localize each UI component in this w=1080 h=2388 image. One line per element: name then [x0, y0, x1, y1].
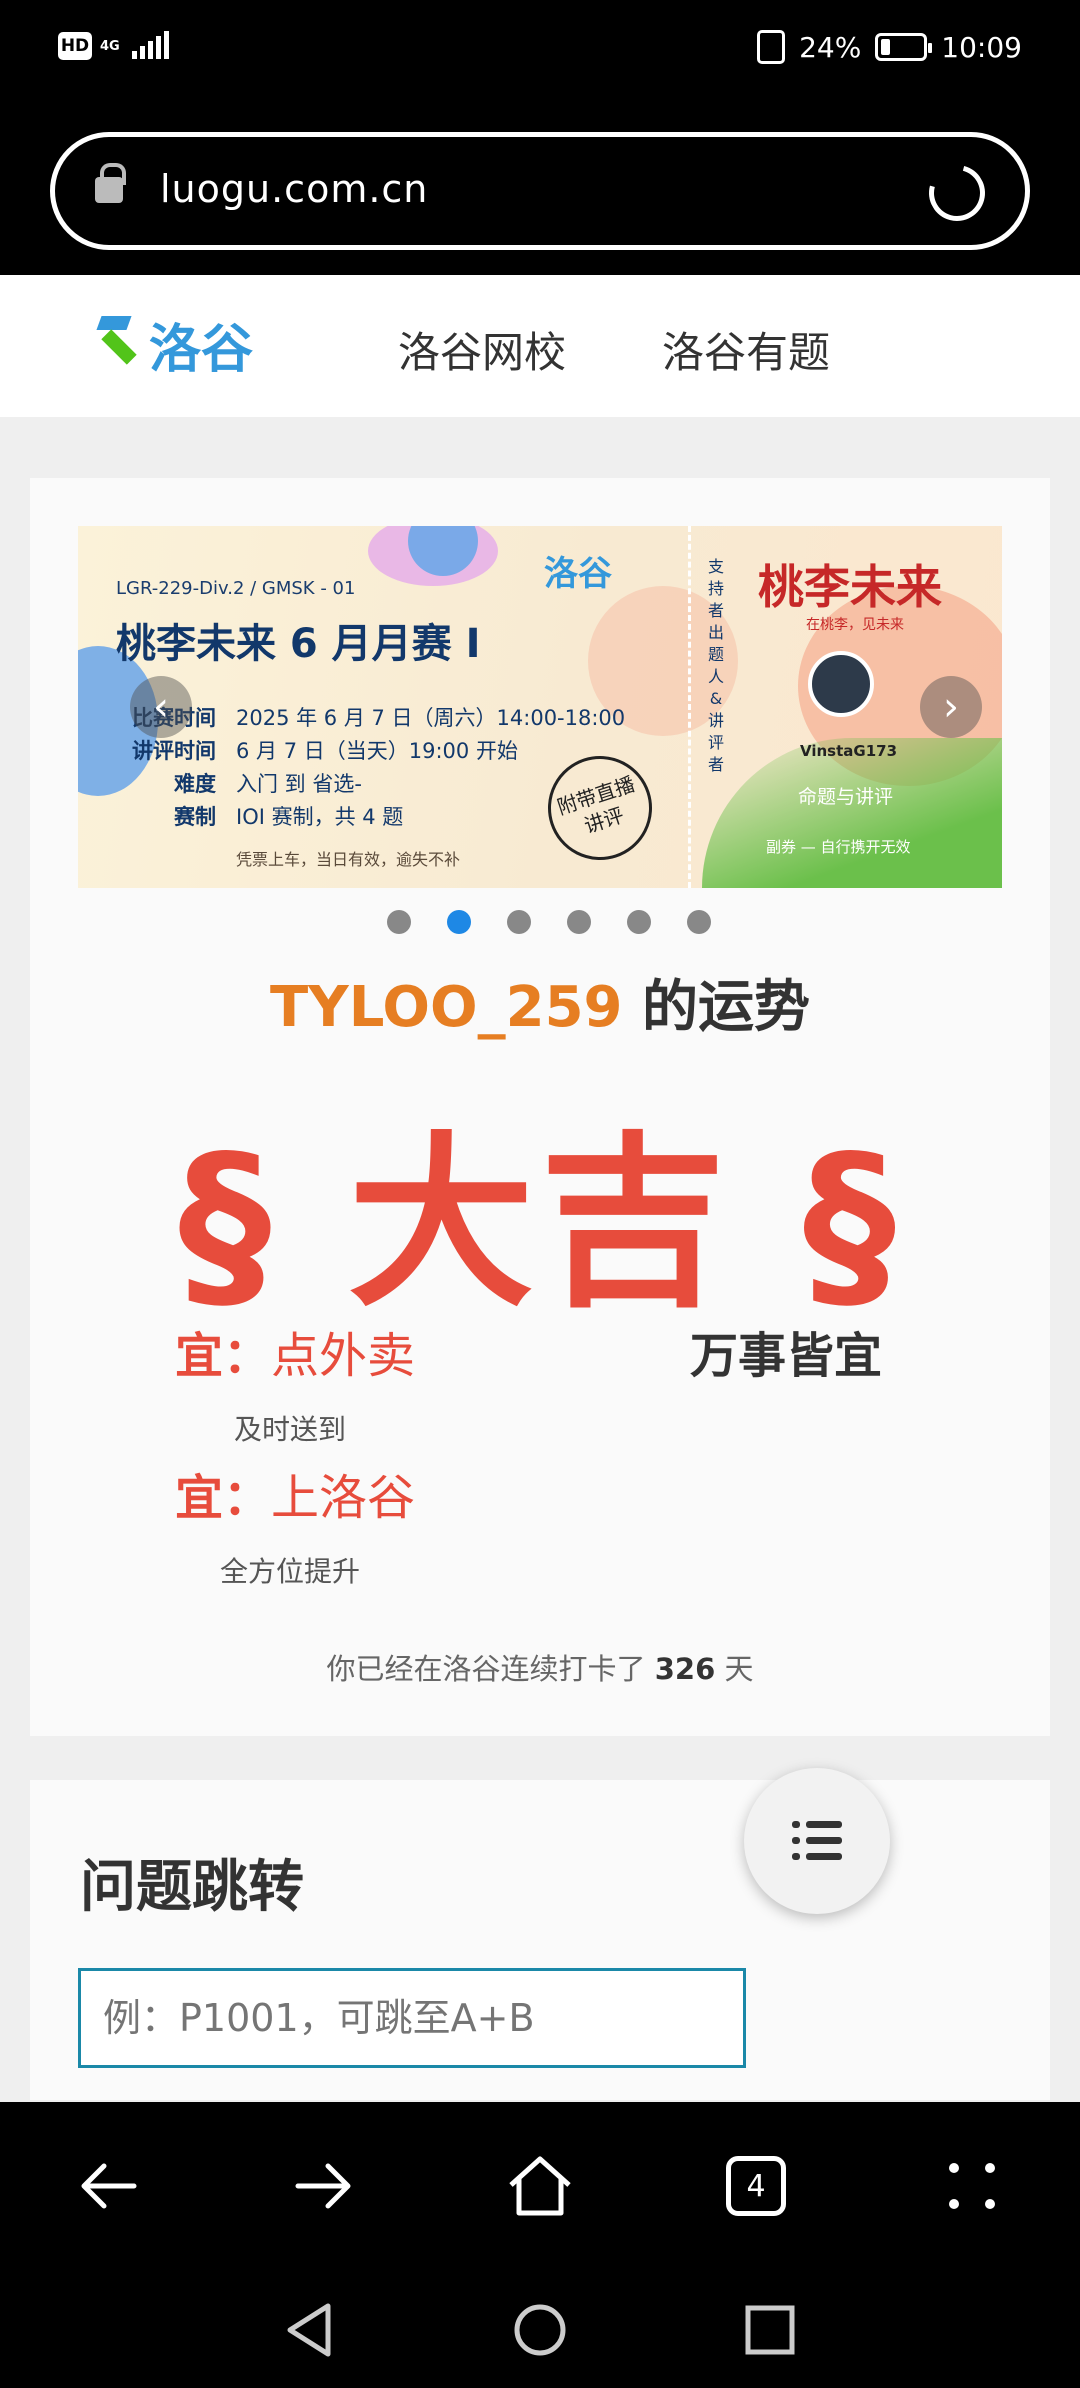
info-value: 入门 到 省选- — [236, 772, 362, 796]
problem-jump-input[interactable] — [78, 1968, 746, 2068]
back-button[interactable] — [68, 2146, 148, 2226]
battery-percent: 24% — [799, 30, 862, 64]
username[interactable]: TYLOO_259 — [270, 975, 623, 1040]
streak-prefix: 你已经在洛谷连续打卡了 — [326, 1652, 655, 1686]
problem-jump-card: 问题跳转 — [30, 1780, 1050, 2100]
banner-role: 命题与讲评 — [798, 786, 894, 808]
fortune-title: TYLOO_259 的运势 — [30, 962, 1050, 1043]
yi-label: 宜： — [175, 1470, 272, 1526]
home-icon — [509, 2156, 571, 2216]
menu-fab-button[interactable] — [744, 1768, 890, 1914]
network-type: 4G — [100, 38, 120, 54]
browser-address-area: luogu.com.cn — [0, 110, 1080, 275]
yi-label: 宜： — [175, 1328, 272, 1384]
url-text[interactable]: luogu.com.cn — [160, 167, 428, 211]
lock-icon — [95, 163, 126, 203]
contest-banner[interactable]: LGR-229-Div.2 / GMSK - 01 桃李未来 6 月月赛 I 比… — [78, 526, 1002, 888]
yi-value: 点外卖 — [271, 1328, 416, 1384]
carousel-prev-button[interactable]: ‹ — [130, 676, 192, 738]
checkin-streak: 你已经在洛谷连续打卡了 326 天 — [30, 1646, 1050, 1688]
site-logo[interactable]: 洛谷 — [95, 307, 253, 382]
arrow-left-icon — [81, 2163, 137, 2209]
carousel-dot[interactable] — [627, 910, 651, 934]
signal-icon — [131, 31, 169, 59]
banner-role-foot: 副券 — 自行携开无效 — [766, 838, 911, 856]
hd-badge: HD — [58, 32, 92, 60]
more-menu-button[interactable] — [932, 2146, 1012, 2226]
tabs-button[interactable]: 4 — [716, 2146, 796, 2226]
forward-button[interactable] — [284, 2146, 364, 2226]
nav-back-triangle-icon[interactable] — [282, 2300, 338, 2360]
nav-recents-square-icon[interactable] — [742, 2300, 798, 2360]
yi-item-2: 宜：上洛谷 — [175, 1458, 415, 1528]
site-header: 洛谷 洛谷网校 洛谷有题 — [0, 275, 1080, 417]
info-value: 6 月 7 日（当天）19:00 开始 — [236, 739, 518, 763]
list-icon — [792, 1821, 842, 1861]
yi-sub-2: 全方位提升 — [220, 1555, 361, 1588]
author-avatar — [808, 651, 874, 717]
info-value: 2025 年 6 月 7 日（周六）14:00-18:00 — [236, 706, 626, 730]
system-nav-bar — [0, 2270, 1080, 2388]
carousel-dot-active[interactable] — [447, 910, 471, 934]
home-button[interactable] — [500, 2146, 580, 2226]
fortune-title-suffix: 的运势 — [622, 975, 811, 1040]
logo-text: 洛谷 — [149, 320, 254, 380]
fortune-card: LGR-229-Div.2 / GMSK - 01 桃李未来 6 月月赛 I 比… — [30, 478, 1050, 1736]
banner-brand-sub: 在桃李，见未来 — [806, 617, 904, 633]
ticket-divider — [688, 526, 691, 888]
chevron-left-icon: ‹ — [153, 684, 169, 730]
clock: 10:09 — [941, 30, 1022, 64]
status-left: HD 4G — [58, 31, 169, 60]
carousel-dots — [30, 910, 1050, 934]
streak-suffix: 天 — [715, 1652, 754, 1686]
banner-support-vertical: 支持者 出题人&讲评者 — [707, 557, 724, 774]
carousel-dot[interactable] — [507, 910, 531, 934]
address-bar[interactable]: luogu.com.cn — [50, 132, 1030, 250]
arrow-right-icon — [295, 2163, 351, 2209]
info-value: IOI 赛制，共 4 题 — [236, 805, 404, 829]
carousel-next-button[interactable]: › — [920, 676, 982, 738]
problem-jump-title: 问题跳转 — [80, 1855, 304, 1920]
banner-contest-code: LGR-229-Div.2 / GMSK - 01 — [116, 578, 356, 599]
yi-sub-1: 及时送到 — [234, 1413, 347, 1446]
browser-toolbar: 4 — [0, 2102, 1080, 2270]
info-key: 讲评时间 — [132, 739, 216, 763]
banner-author: VinstaG173 — [800, 742, 898, 760]
nav-link-wangxiao[interactable]: 洛谷网校 — [398, 319, 566, 380]
info-key: 赛制 — [174, 805, 216, 829]
info-key: 难度 — [174, 772, 216, 796]
vibrate-icon — [757, 30, 786, 64]
banner-title: 桃李未来 6 月月赛 I — [116, 621, 481, 667]
fortune-result: § 大吉 § — [178, 1115, 902, 1332]
all-good: 万事皆宜 — [690, 1328, 883, 1384]
carousel-dot[interactable] — [387, 910, 411, 934]
carousel-dot[interactable] — [687, 910, 711, 934]
yi-item-1: 宜：点外卖 — [175, 1316, 415, 1386]
luogu-logo-icon — [95, 312, 141, 378]
nav-home-circle-icon[interactable] — [512, 2300, 568, 2360]
banner-footer: 凭票上车，当日有效，逾失不补 — [236, 850, 461, 869]
reload-icon[interactable] — [918, 154, 996, 232]
status-bar: HD 4G 24% 10:09 — [0, 0, 1080, 110]
banner-logo: 洛谷 — [544, 554, 612, 594]
carousel-dot[interactable] — [567, 910, 591, 934]
battery-icon — [875, 33, 933, 61]
chevron-right-icon: › — [943, 684, 959, 730]
banner-brand: 桃李未来 — [758, 560, 942, 614]
nav-link-youti[interactable]: 洛谷有题 — [662, 319, 830, 380]
status-right: 24% 10:09 — [757, 30, 1022, 64]
grass-decoration — [702, 738, 1002, 888]
grid-dots-icon — [949, 2163, 995, 2209]
yi-value: 上洛谷 — [271, 1470, 416, 1526]
tab-count: 4 — [726, 2156, 786, 2216]
streak-days: 326 — [654, 1652, 716, 1686]
